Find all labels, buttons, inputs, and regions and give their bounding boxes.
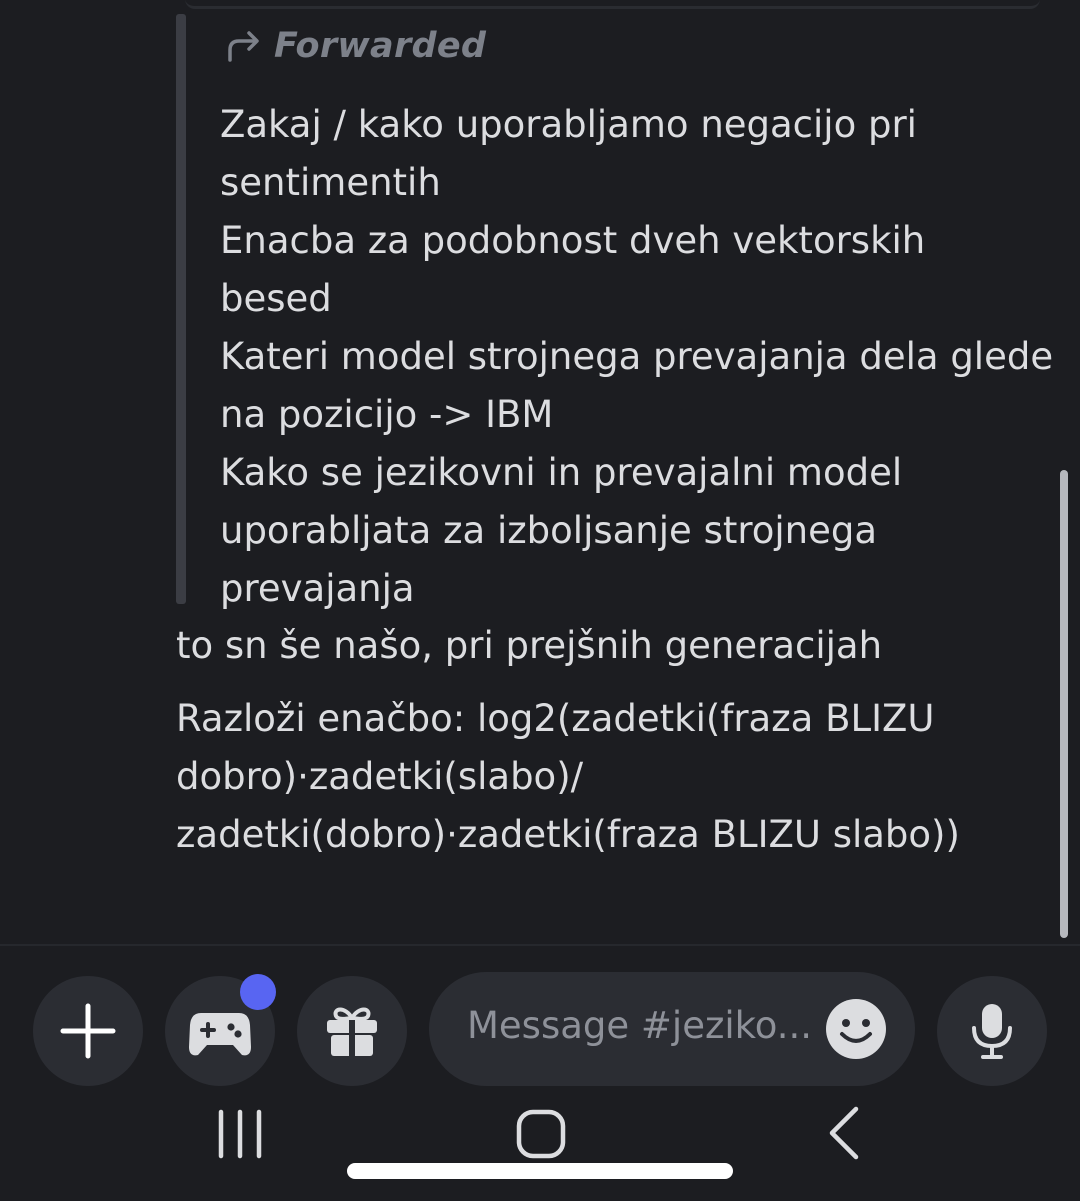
forwarded-line: na pozicijo -> IBM: [220, 393, 554, 436]
home-button[interactable]: [516, 1109, 566, 1163]
message-line: dobro)·zadetki(slabo)/: [176, 755, 584, 798]
home-icon: [516, 1109, 566, 1159]
forwarded-line: uporabljata za izboljsanje strojnega: [220, 509, 878, 552]
plus-icon: [60, 1003, 116, 1059]
forwarded-line: Kako se jezikovni in prevajalni model: [220, 451, 903, 494]
forwarded-line: Enacba za podobnost dveh vektorskih: [220, 219, 926, 262]
back-icon: [829, 1106, 859, 1160]
message-line: zadetki(dobro)·zadetki(fraza BLIZU slabo…: [176, 813, 960, 856]
notification-dot: [240, 974, 276, 1010]
composer-divider: [0, 944, 1080, 946]
recents-icon: [218, 1109, 262, 1159]
gift-button[interactable]: [297, 976, 407, 1086]
message-line: to sn še našo, pri prejšnih generacijah: [176, 624, 883, 667]
emoji-icon: [826, 999, 886, 1059]
forwarded-line: prevajanja: [220, 567, 415, 610]
forward-arrow-icon: [228, 31, 259, 62]
message-composer: Message #jeziko...: [0, 968, 1080, 1088]
forwarded-message[interactable]: Forwarded Zakaj / kako uporabljamo negac…: [176, 14, 1056, 610]
previous-message-edge: [185, 0, 1040, 9]
gesture-handle[interactable]: [347, 1163, 733, 1179]
recents-button[interactable]: [216, 1109, 264, 1163]
emoji-button[interactable]: [825, 998, 887, 1060]
forwarded-label: Forwarded: [274, 26, 487, 66]
forwarded-header: Forwarded: [224, 26, 486, 66]
android-navigation-bar: [0, 1095, 1080, 1201]
gamepad-icon: [189, 1013, 251, 1056]
forwarded-line: Kateri model strojnega prevajanja dela g…: [220, 335, 1054, 378]
forwarded-line: sentimentih: [220, 161, 441, 204]
attach-button[interactable]: [33, 976, 143, 1086]
forward-quote-bar: [176, 14, 186, 604]
message-line: Razloži enačbo: log2(zadetki(fraza BLIZU: [176, 697, 935, 740]
message-input[interactable]: Message #jeziko...: [429, 972, 915, 1086]
voice-message-button[interactable]: [937, 976, 1047, 1086]
chat-message[interactable]: to sn še našo, pri prejšnih generacijah: [176, 617, 882, 675]
forwarded-line: Zakaj / kako uporabljamo negacijo pri: [220, 103, 917, 146]
microphone-icon: [972, 1004, 1012, 1059]
chat-message[interactable]: Razloži enačbo: log2(zadetki(fraza BLIZU…: [176, 690, 960, 864]
back-button[interactable]: [824, 1105, 864, 1165]
message-input-placeholder: Message #jeziko...: [467, 1004, 813, 1047]
forwarded-line: besed: [220, 277, 332, 320]
gift-icon: [327, 1007, 377, 1056]
message-list[interactable]: Forwarded Zakaj / kako uporabljamo negac…: [0, 0, 1080, 945]
scrollbar[interactable]: [1060, 470, 1068, 938]
forwarded-content: Zakaj / kako uporabljamo negacijo pri se…: [220, 96, 1060, 618]
discord-chat-screen: Forwarded Zakaj / kako uporabljamo negac…: [0, 0, 1080, 1201]
